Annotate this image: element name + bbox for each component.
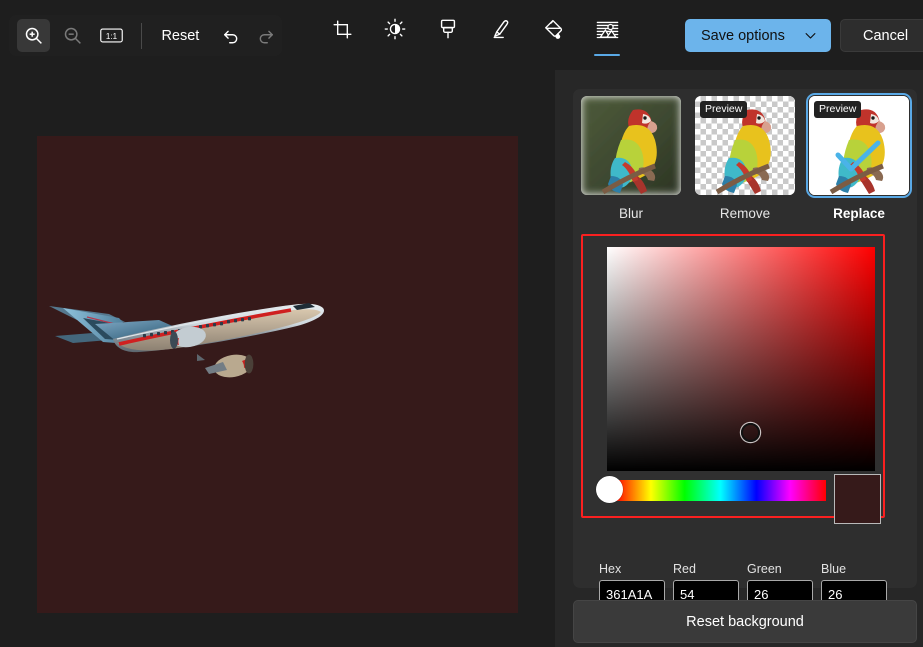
zoom-in-icon-button[interactable]	[17, 19, 50, 52]
chevron-down-icon[interactable]	[803, 28, 818, 43]
undo-icon-button[interactable]	[214, 19, 247, 52]
replace-option-label: Replace	[833, 206, 885, 221]
crop-icon	[332, 14, 353, 44]
preview-badge-remove: Preview	[700, 101, 748, 118]
background-panel-card: Blur Preview Remove Preview Replace Hex …	[573, 89, 917, 608]
svg-text:1:1: 1:1	[105, 32, 117, 41]
toolbar-divider	[141, 22, 143, 49]
hex-field-label: Hex	[599, 562, 622, 576]
preview-badge-replace: Preview	[814, 101, 862, 118]
tool-selected-indicator	[594, 53, 620, 56]
tool-adjustment[interactable]	[378, 14, 412, 56]
tool-markup[interactable]	[484, 14, 518, 56]
tool-retouch[interactable]	[431, 14, 465, 56]
top-toolbar: 1:1 Reset Save options Cancel	[0, 0, 923, 70]
remove-thumbnail[interactable]: Preview	[695, 96, 795, 195]
brightness-icon	[384, 14, 406, 44]
background-settings-panel: Blur Preview Remove Preview Replace Hex …	[555, 70, 923, 647]
reset-background-button[interactable]: Reset background	[573, 600, 917, 643]
selected-color-swatch	[834, 474, 881, 524]
reset-button[interactable]: Reset	[154, 21, 206, 51]
replace-thumbnail[interactable]: Preview	[805, 92, 913, 199]
redo-icon-button[interactable]	[249, 19, 282, 52]
hue-slider-thumb[interactable]	[596, 476, 623, 503]
red-field-label: Red	[673, 562, 696, 576]
edited-image[interactable]	[37, 136, 518, 613]
blue-field-label: Blue	[821, 562, 847, 576]
tool-crop[interactable]	[325, 14, 359, 56]
editing-tools-group	[325, 14, 624, 56]
remove-option-label: Remove	[719, 206, 771, 221]
blur-option-label: Blur	[618, 206, 643, 221]
background-icon	[596, 14, 619, 44]
zoom-out-icon-button[interactable]	[56, 19, 89, 52]
tool-erase[interactable]	[537, 14, 571, 56]
actual-size-icon-button[interactable]: 1:1	[95, 19, 128, 52]
brush-icon	[438, 14, 458, 44]
cancel-button[interactable]: Cancel	[840, 19, 923, 52]
background-mode-options: Blur Preview Remove Preview Replace	[581, 92, 913, 221]
blur-thumbnail[interactable]	[581, 96, 681, 195]
green-field-label: Green	[747, 562, 782, 576]
save-options-label: Save options	[701, 27, 785, 44]
hue-slider-track[interactable]	[615, 480, 826, 501]
background-option-blur[interactable]: Blur	[581, 96, 681, 221]
background-option-replace[interactable]: Preview Replace	[805, 92, 913, 221]
saturation-value-thumb[interactable]	[741, 423, 760, 442]
background-option-remove[interactable]: Preview Remove	[695, 96, 795, 221]
color-picker[interactable]	[581, 234, 885, 524]
marker-pen-icon	[490, 14, 512, 44]
parrot-blur-overlay	[581, 96, 681, 195]
saturation-value-square[interactable]	[607, 247, 875, 471]
selected-check-icon	[835, 140, 881, 179]
save-options-button[interactable]: Save options	[685, 19, 831, 52]
photo-editor-window: 1:1 Reset Save options Cancel Blur Previ…	[0, 0, 923, 647]
image-canvas-area[interactable]	[0, 70, 555, 647]
zoom-control-group: 1:1 Reset	[9, 15, 282, 56]
airplane-subject	[49, 303, 324, 378]
magic-eraser-icon	[543, 14, 565, 44]
tool-background[interactable]	[590, 14, 624, 56]
